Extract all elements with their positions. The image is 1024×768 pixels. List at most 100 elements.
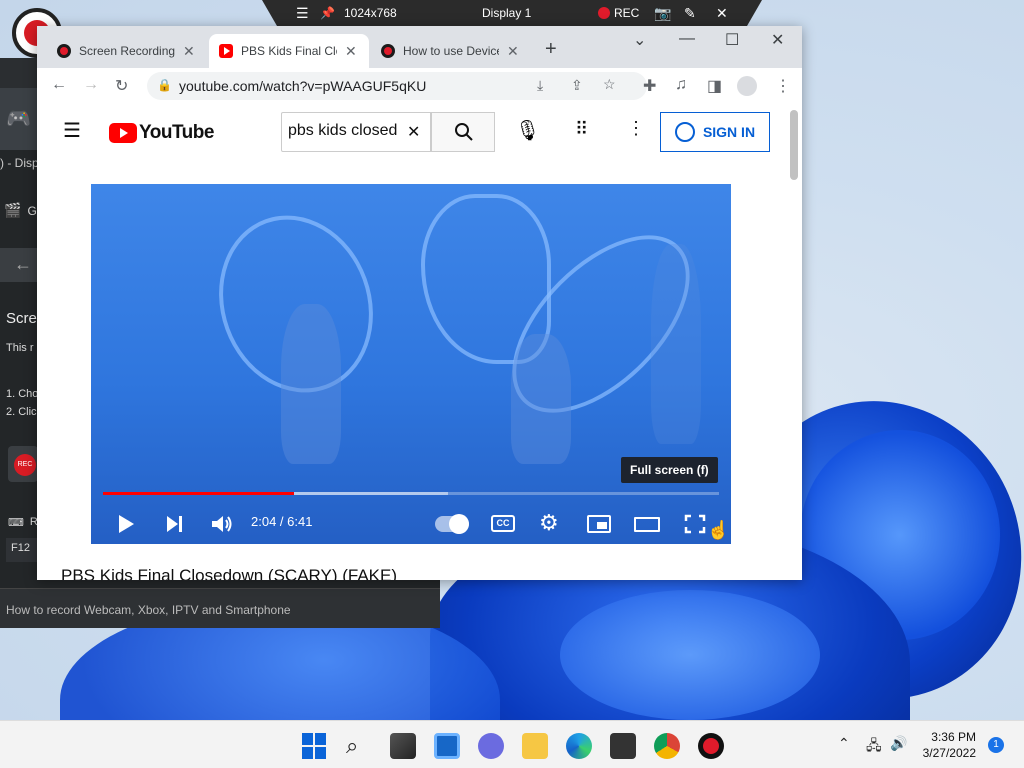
wallpaper-bloom: [560, 590, 820, 720]
record-dot-icon: [703, 738, 719, 754]
bg-app-step: 1. Cho: [6, 388, 39, 400]
chevron-up-icon[interactable]: ⌃: [838, 735, 850, 752]
media-control-icon[interactable]: ♫: [675, 76, 687, 94]
hotkey-field[interactable]: F12: [6, 538, 38, 562]
hamburger-menu-icon[interactable]: ☰: [63, 118, 81, 143]
taskbar: ⌕ ⌃ 🖧 🔊 3:36 PM 3/27/2022 1: [0, 720, 1024, 768]
settings-menu-icon[interactable]: ⋮: [627, 118, 645, 139]
profile-avatar-icon[interactable]: [737, 76, 757, 96]
clock-date: 3/27/2022: [922, 746, 976, 760]
keyboard-icon: ⌨: [8, 517, 24, 529]
bg-app-back-button[interactable]: ←: [0, 248, 38, 282]
clear-search-icon[interactable]: ✕: [403, 122, 421, 142]
bg-app-rec-button[interactable]: REC: [8, 446, 38, 482]
share-icon[interactable]: ⇪: [571, 77, 583, 94]
store-icon[interactable]: [610, 733, 636, 759]
edge-icon[interactable]: [566, 733, 592, 759]
bg-app-sidebar-tile[interactable]: 🎮: [0, 88, 38, 150]
bg-app-heading: Scre: [6, 310, 37, 327]
tab-search-icon[interactable]: ⌄: [633, 30, 646, 50]
minimize-button[interactable]: —: [679, 30, 695, 48]
extensions-icon[interactable]: ✚: [643, 76, 656, 96]
rec-status[interactable]: REC: [598, 6, 639, 20]
back-arrow-icon: ←: [14, 254, 32, 274]
video-figure: [511, 334, 571, 464]
chat-icon[interactable]: [478, 733, 504, 759]
close-window-button[interactable]: ✕: [771, 30, 784, 50]
widgets-icon[interactable]: [434, 733, 460, 759]
gamepad-icon: 🎮: [6, 108, 31, 130]
search-icon[interactable]: ⌕: [346, 733, 372, 759]
apps-grid-icon[interactable]: ⠿: [575, 119, 588, 140]
miniplayer-icon[interactable]: [587, 515, 611, 533]
maximize-button[interactable]: ☐: [725, 30, 739, 50]
search-icon: [455, 123, 473, 141]
chrome-menu-icon[interactable]: ⋮: [775, 76, 791, 96]
windows-logo-pane: [302, 747, 313, 759]
tab-pbs-kids[interactable]: PBS Kids Final Clo ✕: [209, 34, 369, 68]
new-tab-button[interactable]: +: [545, 38, 557, 61]
youtube-logo[interactable]: YouTube: [109, 122, 214, 144]
account-icon: [674, 122, 695, 142]
lock-icon: 🔒: [157, 78, 172, 92]
recorder-taskbar-icon[interactable]: [698, 733, 724, 759]
windows-logo-pane: [302, 733, 313, 745]
settings-gear-icon[interactable]: ⚙: [539, 510, 559, 536]
close-icon[interactable]: ✕: [716, 5, 728, 22]
tab-close-icon[interactable]: ✕: [345, 43, 357, 60]
browser-window: Screen Recording ✕ PBS Kids Final Clo ✕ …: [37, 26, 802, 580]
notification-badge[interactable]: 1: [988, 737, 1004, 753]
rec-label: REC: [614, 6, 640, 20]
resolution-label: 1024x768: [344, 6, 397, 20]
tab-screen-recording[interactable]: Screen Recording ✕: [47, 34, 207, 68]
start-windows-icon[interactable]: [302, 733, 328, 759]
menu-icon[interactable]: ☰: [296, 5, 309, 22]
video-title: PBS Kids Final Closedown (SCARY) (FAKE): [61, 566, 398, 580]
install-icon[interactable]: ⤓: [537, 77, 543, 94]
tab-close-icon[interactable]: ✕: [507, 43, 519, 60]
fullscreen-tooltip: Full screen (f): [621, 457, 718, 483]
video-figure: [651, 244, 701, 444]
video-player[interactable]: Full screen (f) 2:04 / 6:41 CC ⚙ ☝: [91, 184, 731, 544]
task-view-icon[interactable]: [390, 733, 416, 759]
microphone-icon[interactable]: 🎙: [515, 118, 540, 143]
pencil-icon[interactable]: ✎: [684, 5, 696, 22]
page-scrollbar[interactable]: [790, 110, 798, 180]
sign-in-label: SIGN IN: [702, 124, 756, 140]
address-bar[interactable]: 🔒 youtube.com/watch?v=pWAAGUF5qKU ⤓ ⇪ ☆: [147, 72, 647, 100]
recorder-favicon-icon: [57, 44, 71, 58]
next-icon[interactable]: [165, 515, 185, 533]
theater-mode-icon[interactable]: [634, 517, 660, 532]
network-icon[interactable]: 🖧: [866, 735, 882, 759]
file-explorer-icon[interactable]: [522, 733, 548, 759]
tab-how-to-use[interactable]: How to use Device ✕: [371, 34, 531, 68]
rec-button-label: REC: [14, 454, 36, 476]
display-label[interactable]: Display 1: [482, 6, 531, 20]
bg-app-text: This r: [6, 342, 34, 354]
fullscreen-icon[interactable]: [684, 514, 706, 534]
clock[interactable]: 3:36 PM 3/27/2022: [900, 729, 976, 761]
side-panel-icon[interactable]: ◨: [707, 76, 722, 96]
play-icon[interactable]: [117, 514, 135, 534]
pin-icon[interactable]: 📌: [320, 6, 335, 20]
volume-icon[interactable]: [211, 514, 233, 534]
windows-logo-pane: [315, 747, 326, 759]
chrome-icon[interactable]: [654, 733, 680, 759]
bg-app-menu-label: G: [27, 203, 37, 218]
progress-bar[interactable]: [103, 492, 719, 495]
camera-icon[interactable]: 📷: [654, 5, 671, 22]
search-button[interactable]: [431, 112, 495, 152]
youtube-favicon-icon: [219, 44, 233, 58]
forward-icon[interactable]: →: [83, 76, 99, 94]
clock-time: 3:36 PM: [931, 730, 976, 744]
captions-icon[interactable]: CC: [491, 515, 515, 532]
reload-icon[interactable]: ↻: [115, 76, 128, 96]
autoplay-toggle[interactable]: [435, 514, 469, 534]
tab-close-icon[interactable]: ✕: [183, 43, 195, 60]
tab-title: Screen Recording: [79, 44, 175, 58]
back-icon[interactable]: ←: [51, 76, 67, 94]
bg-app-menu-item[interactable]: 🎬 G: [4, 202, 37, 219]
sign-in-button[interactable]: SIGN IN: [660, 112, 770, 152]
bookmark-star-icon[interactable]: ☆: [603, 76, 616, 93]
played-bar: [103, 492, 294, 495]
